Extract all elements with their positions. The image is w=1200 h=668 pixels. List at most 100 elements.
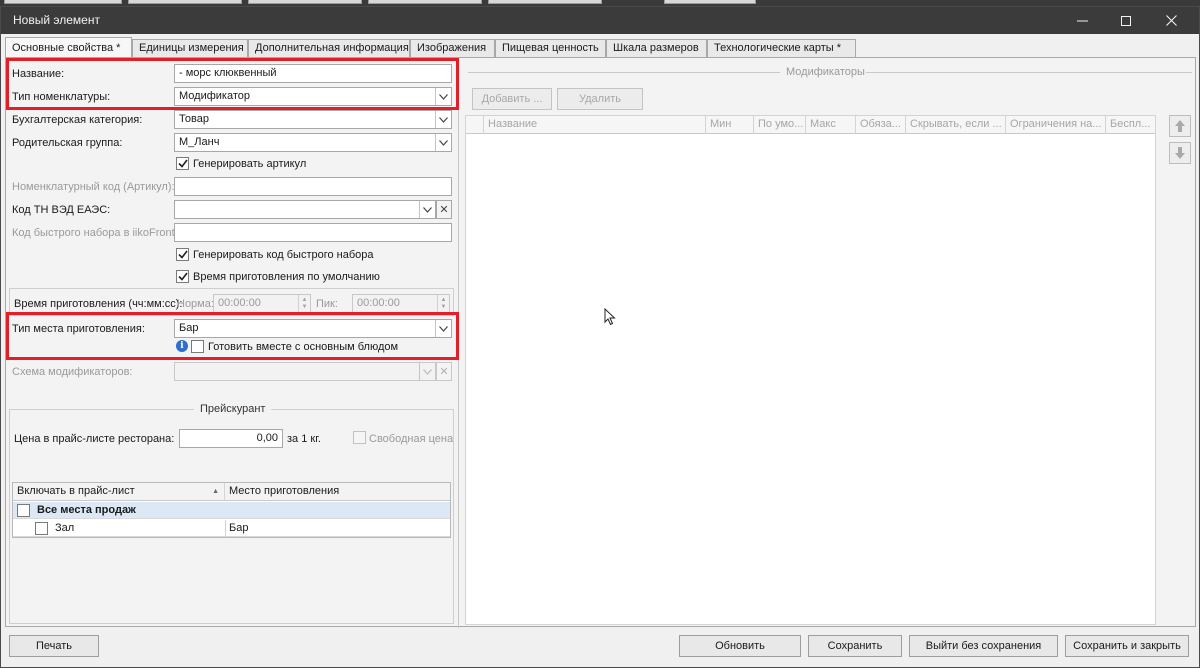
quick-code-label: Код быстрого набора в iikoFront:	[12, 227, 178, 239]
price-input[interactable]: 0,00	[179, 429, 283, 448]
main-properties-panel: Название: - морс клюквенный Тип номенкла…	[5, 57, 1196, 628]
generate-article-label: Генерировать артикул	[193, 158, 307, 170]
spinner-icon[interactable]: ▲ ▼	[437, 295, 449, 312]
exit-without-saving-button[interactable]: Выйти без сохранения	[909, 635, 1058, 657]
refresh-button[interactable]: Обновить	[679, 635, 801, 657]
highlight-box-name-type	[6, 58, 459, 110]
pricelist-title: Прейскурант	[194, 403, 272, 415]
arrow-up-icon	[1175, 120, 1185, 132]
parent-group-select[interactable]: М_Ланч	[174, 133, 452, 152]
norm-time-value: 00:00:00	[218, 297, 261, 309]
peak-label: Пик:	[316, 298, 338, 310]
modifier-scheme-select[interactable]	[174, 362, 436, 381]
free-price-checkbox[interactable]	[353, 431, 366, 444]
mouse-cursor-icon	[604, 308, 616, 326]
chevron-down-icon[interactable]	[419, 363, 435, 380]
tab-units[interactable]: Единицы измерения	[132, 39, 248, 57]
close-button[interactable]	[1148, 7, 1194, 34]
all-points-checkbox[interactable]	[17, 504, 30, 517]
peak-time-input[interactable]: 00:00:00 ▲ ▼	[352, 294, 450, 313]
column-header-row-selector	[466, 116, 484, 134]
norm-time-input[interactable]: 00:00:00 ▲ ▼	[213, 294, 311, 313]
default-cook-time-checkbox[interactable]	[176, 270, 189, 283]
tab-tech-cards[interactable]: Технологические карты *	[707, 39, 856, 57]
save-and-close-button[interactable]: Сохранить и закрыть	[1065, 635, 1189, 657]
tnved-select[interactable]	[174, 200, 436, 219]
highlight-box-cook-place	[6, 312, 459, 360]
spinner-icon[interactable]: ▲ ▼	[298, 295, 310, 312]
hall-cook-place: Бар	[229, 522, 249, 534]
accounting-category-select[interactable]: Товар	[174, 110, 452, 129]
background-button	[4, 0, 122, 4]
column-header-default[interactable]: По умо...	[754, 116, 806, 134]
hall-checkbox[interactable]	[35, 522, 48, 535]
modifiers-table: Название Мин По умо... Макс Обяза... Скр…	[465, 115, 1156, 625]
parent-group-label: Родительская группа:	[12, 137, 123, 149]
chevron-down-icon[interactable]	[435, 134, 451, 151]
dialog-footer: Печать Обновить Сохранить Выйти без сохр…	[1, 629, 1199, 667]
tab-nutrition[interactable]: Пищевая ценность	[495, 39, 606, 57]
column-header-max[interactable]: Макс	[806, 116, 856, 134]
modifier-scheme-clear-button[interactable]: ✕	[436, 362, 452, 381]
move-up-button[interactable]	[1169, 115, 1191, 137]
chevron-down-icon[interactable]	[435, 111, 451, 128]
all-points-label: Все места продаж	[37, 504, 136, 516]
norm-label: Норма:	[177, 298, 214, 310]
tab-main-properties[interactable]: Основные свойства *	[5, 37, 132, 58]
column-header-limits[interactable]: Ограничения на...	[1006, 116, 1106, 134]
accounting-category-label: Бухгалтерская категория:	[12, 114, 143, 126]
chevron-down-icon[interactable]	[419, 201, 435, 218]
new-item-window: Новый элемент Основные свойства * Единиц…	[0, 6, 1200, 668]
background-button	[128, 0, 242, 4]
modifiers-group-line	[866, 72, 1192, 73]
generate-article-checkbox[interactable]	[176, 157, 189, 170]
maximize-icon	[1121, 15, 1131, 26]
accounting-category-value: Товар	[179, 113, 209, 125]
price-unit: за 1 кг.	[287, 433, 321, 445]
modifiers-group-line	[468, 72, 780, 73]
checkmark-icon	[177, 159, 188, 168]
tab-images[interactable]: Изображения	[410, 39, 495, 57]
generate-quick-code-checkbox[interactable]	[176, 248, 189, 261]
background-button	[488, 0, 602, 4]
pricelist-table-header: Включать в прайс-лист ▲ Место приготовле…	[13, 483, 450, 501]
parent-group-value: М_Ланч	[179, 136, 220, 148]
move-down-button[interactable]	[1169, 142, 1191, 164]
minimize-icon	[1076, 20, 1088, 21]
modifiers-title: Модификаторы	[786, 66, 865, 78]
tnved-clear-button[interactable]: ✕	[436, 200, 452, 219]
table-row[interactable]: Зал Бар	[13, 520, 450, 537]
arrow-down-icon	[1175, 147, 1185, 159]
cell-divider	[225, 520, 226, 537]
column-header-min[interactable]: Мин	[706, 116, 754, 134]
column-header-hide-if[interactable]: Скрывать, если ...	[906, 116, 1006, 134]
tab-size-scale[interactable]: Шкала размеров	[606, 39, 707, 57]
column-header-include-label: Включать в прайс-лист	[17, 485, 135, 497]
sort-ascending-icon: ▲	[212, 488, 219, 495]
close-icon	[1165, 15, 1177, 26]
cook-time-label: Время приготовления (чч:мм:сс):	[14, 298, 183, 310]
table-row[interactable]: Все места продаж	[13, 502, 450, 519]
column-header-required[interactable]: Обяза...	[856, 116, 906, 134]
window-titlebar[interactable]: Новый элемент	[1, 7, 1199, 34]
background-button	[664, 0, 756, 4]
nomenclature-code-input[interactable]	[174, 177, 452, 196]
clear-icon: ✕	[439, 366, 449, 378]
modifiers-table-header: Название Мин По умо... Макс Обяза... Скр…	[466, 116, 1155, 134]
generate-quick-code-label: Генерировать код быстрого набора	[193, 249, 374, 261]
save-button[interactable]: Сохранить	[808, 635, 902, 657]
nomenclature-code-label: Номенклатурный код (Артикул):	[12, 181, 175, 193]
add-modifier-button[interactable]: Добавить ...	[472, 88, 552, 110]
tab-additional-info[interactable]: Дополнительная информация	[248, 39, 410, 57]
column-header-include[interactable]: Включать в прайс-лист ▲	[13, 483, 225, 501]
minimize-button[interactable]	[1059, 7, 1105, 34]
delete-modifier-button[interactable]: Удалить	[557, 88, 643, 110]
column-header-cook-place[interactable]: Место приготовления	[225, 483, 450, 501]
quick-code-input[interactable]	[174, 223, 452, 242]
print-button[interactable]: Печать	[9, 635, 99, 657]
column-header-name[interactable]: Название	[484, 116, 706, 134]
checkmark-icon	[177, 250, 188, 259]
tnved-label: Код ТН ВЭД ЕАЭС:	[12, 204, 111, 216]
maximize-button[interactable]	[1103, 7, 1149, 34]
column-header-free[interactable]: Беспл...	[1106, 116, 1155, 134]
